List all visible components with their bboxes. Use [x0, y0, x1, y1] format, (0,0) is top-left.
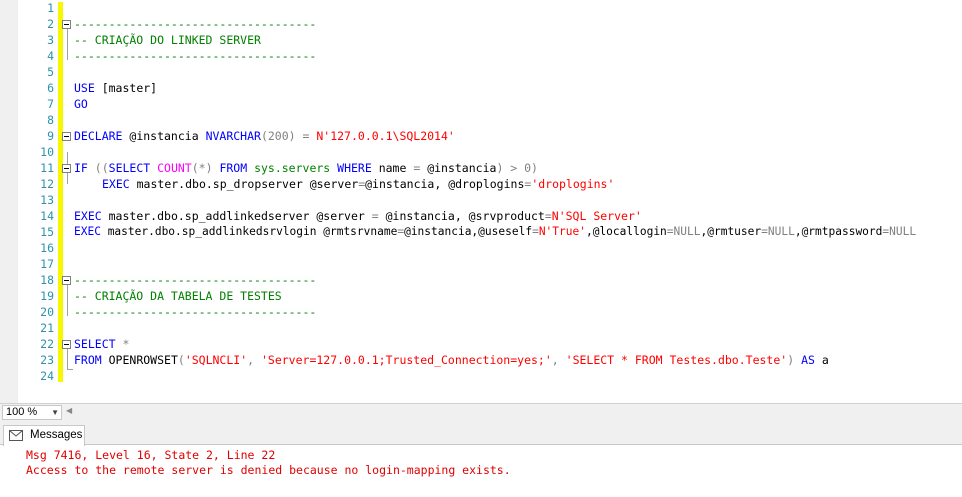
line-number: 20: [40, 305, 54, 319]
line-number: 24: [40, 369, 54, 383]
code-line: -----------------------------------: [74, 273, 317, 287]
line-number: 11: [40, 161, 54, 175]
editor-statusbar: 100 % ▼ ◀: [0, 403, 962, 421]
outline-fold-line: [67, 284, 68, 316]
outline-fold-end: [67, 369, 73, 370]
collapse-region-icon[interactable]: [62, 340, 71, 349]
code-line: EXEC master.dbo.sp_dropserver @server=@i…: [102, 177, 615, 191]
messages-icon: [9, 430, 23, 441]
code-line: -----------------------------------: [74, 49, 317, 63]
code-line: -- CRIAÇÃO DA TABELA DE TESTES: [74, 289, 282, 303]
collapse-region-icon[interactable]: [62, 132, 71, 141]
line-number: 7: [47, 97, 54, 111]
line-number: 9: [47, 129, 54, 143]
code-line: EXEC master.dbo.sp_addlinkedserver @serv…: [74, 209, 642, 223]
message-line: Access to the remote server is denied be…: [26, 463, 511, 477]
line-number: 23: [40, 353, 54, 367]
results-tabbar: Messages: [0, 421, 962, 446]
line-number: 12: [40, 177, 54, 191]
outline-fold-line: [67, 28, 68, 60]
line-number: 1: [47, 1, 54, 15]
tab-messages[interactable]: Messages: [3, 425, 85, 446]
line-number: 2: [47, 17, 54, 31]
collapse-region-icon[interactable]: [62, 276, 71, 285]
line-number: 17: [40, 257, 54, 271]
line-number: 5: [47, 65, 54, 79]
code-line: IF ((SELECT COUNT(*) FROM sys.servers WH…: [74, 161, 538, 175]
message-line: Msg 7416, Level 16, State 2, Line 22: [26, 448, 276, 462]
line-number: 10: [40, 145, 54, 159]
code-line: EXEC master.dbo.sp_addlinkedsrvlogin @rm…: [74, 225, 917, 238]
line-number: 18: [40, 273, 54, 287]
selection-margin: [0, 0, 18, 403]
chevron-down-icon: ▼: [51, 408, 59, 417]
code-line: DECLARE @instancia NVARCHAR(200) = N'127…: [74, 129, 455, 143]
zoom-value: 100 %: [6, 406, 38, 418]
line-number: 6: [47, 81, 54, 95]
line-number: 8: [47, 113, 54, 127]
scroll-left-icon[interactable]: ◀: [66, 406, 72, 415]
collapse-region-icon[interactable]: [62, 164, 71, 173]
line-number: 21: [40, 321, 54, 335]
line-number: 3: [47, 33, 54, 47]
code-line: GO: [74, 97, 88, 111]
code-line: -----------------------------------: [74, 17, 317, 31]
line-number: 13: [40, 193, 54, 207]
code-line: SELECT *: [74, 337, 130, 351]
change-tracking-bar: [58, 2, 63, 382]
line-number: 16: [40, 241, 54, 255]
results-pane: Messages Msg 7416, Level 16, State 2, Li…: [0, 421, 962, 497]
line-number-gutter: 1 2 3 4 5 6 7 8 9 10 11 12 13 14 15 16 17 18 19 20 21 22 23 24: [18, 0, 56, 403]
line-number: 19: [40, 289, 54, 303]
code-line: -- CRIAÇÃO DO LINKED SERVER: [74, 33, 261, 47]
line-number: 22: [40, 337, 54, 351]
line-number: 15: [40, 225, 54, 239]
line-number: 14: [40, 209, 54, 223]
code-line: FROM OPENROWSET('SQLNCLI', 'Server=127.0…: [74, 353, 829, 367]
code-line: USE [master]: [74, 81, 158, 95]
code-line: -----------------------------------: [74, 305, 317, 319]
line-number: 4: [47, 49, 54, 63]
query-editor[interactable]: 1 2 3 4 5 6 7 8 9 10 11 12 13 14 15 16 17 18 19 20 21 22 23 24 …: [0, 0, 962, 403]
zoom-dropdown[interactable]: 100 % ▼: [2, 405, 62, 420]
outline-fold-line: [67, 348, 68, 370]
tab-label: Messages: [30, 429, 83, 441]
collapse-region-icon[interactable]: [62, 20, 71, 29]
